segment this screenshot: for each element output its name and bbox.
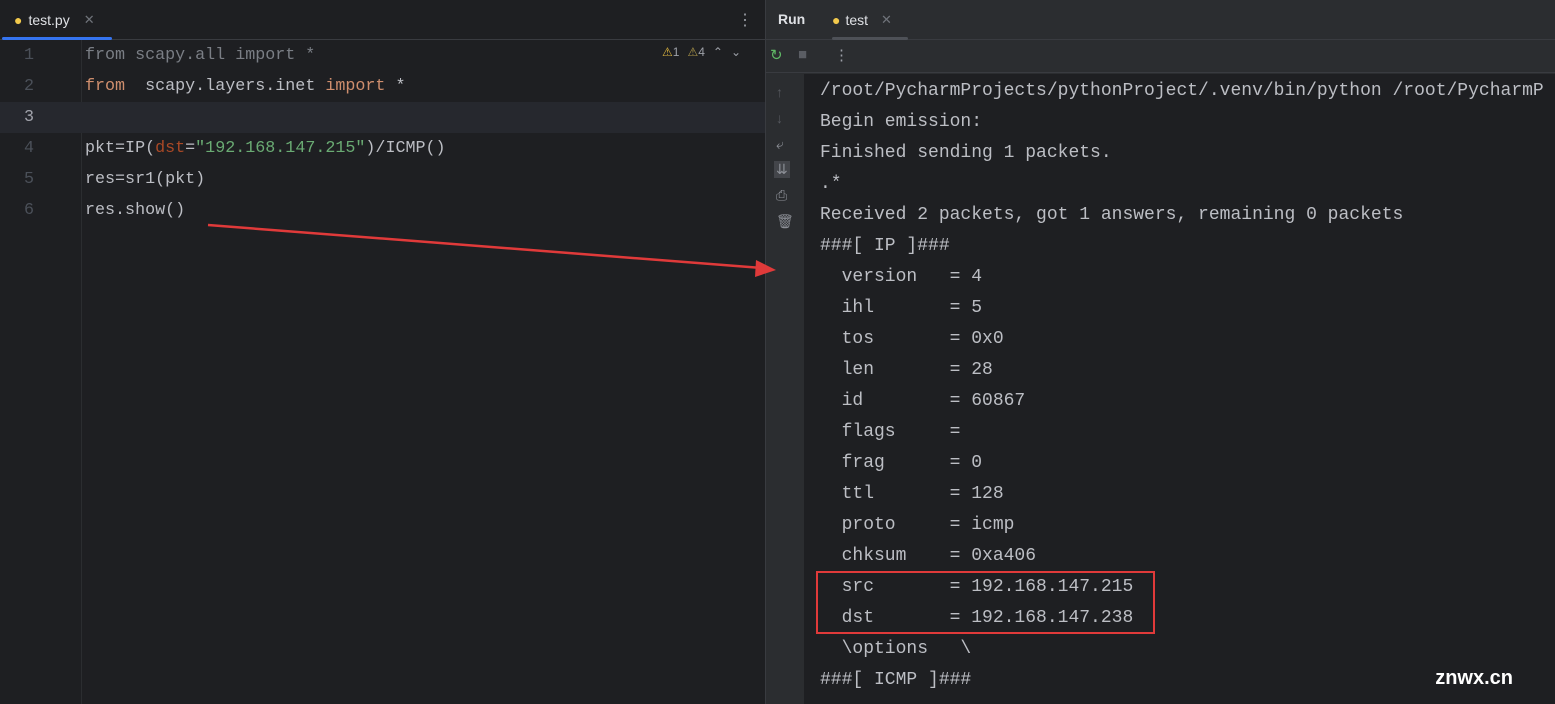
annotation-arrow (207, 223, 776, 277)
watermark: znwx.cn (1435, 667, 1513, 689)
